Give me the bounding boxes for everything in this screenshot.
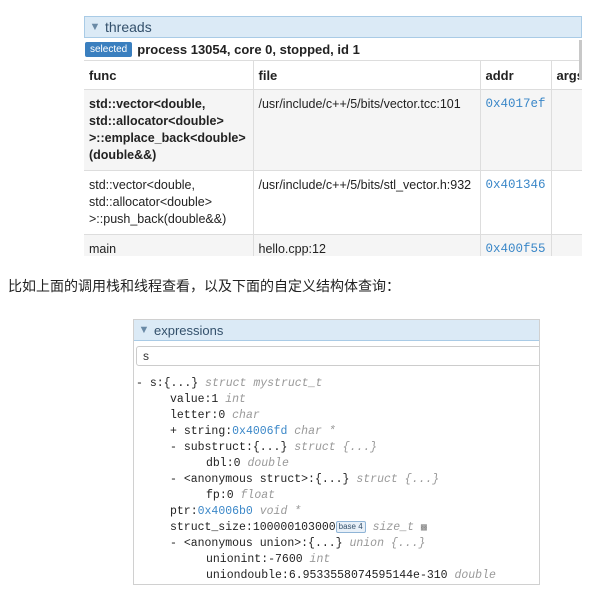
- var-name: dbl: [206, 457, 227, 470]
- var-value: {...}: [314, 473, 350, 486]
- var-value: {...}: [308, 537, 343, 550]
- threads-panel-title: threads: [105, 19, 152, 35]
- chevron-down-icon[interactable]: ▼: [136, 320, 152, 340]
- tree-node[interactable]: - <anonymous union>:{...} union {...}: [134, 536, 539, 552]
- tree-node[interactable]: + string:0x4006fd char *: [134, 424, 539, 440]
- addr-cell[interactable]: 0x401346: [480, 170, 552, 235]
- table-row[interactable]: std::vector<double, std::allocator<doubl…: [84, 89, 582, 171]
- var-value[interactable]: 0x4006b0: [198, 505, 253, 518]
- var-value: 100000103000: [252, 521, 336, 534]
- var-type: struct {...}: [356, 473, 440, 486]
- var-name: <anonymous union>: [183, 537, 302, 550]
- var-value: 1: [211, 393, 219, 406]
- tree-node[interactable]: value:1 int: [134, 392, 539, 408]
- tree-node[interactable]: ptr:0x4006b0 void *: [134, 504, 539, 520]
- expressions-panel-title: expressions: [154, 322, 224, 338]
- var-name: unionint: [206, 553, 262, 566]
- var-name: fp: [206, 489, 220, 502]
- var-name: uniondouble: [206, 569, 282, 582]
- tree-node[interactable]: fp:0 float: [134, 488, 539, 504]
- var-type: union {...}: [349, 537, 426, 550]
- column-header-file[interactable]: file: [253, 60, 481, 90]
- expression-tree: - s:{...} struct mystruct_t value:1 int …: [134, 376, 539, 584]
- var-type: char: [232, 409, 260, 422]
- var-type: int: [225, 393, 246, 406]
- chevron-down-icon[interactable]: ▼: [87, 17, 103, 37]
- var-type: void *: [259, 505, 302, 518]
- tree-toggle[interactable]: +: [170, 425, 184, 438]
- var-value: 0: [226, 489, 234, 502]
- var-name: substruct: [183, 441, 246, 454]
- table-row[interactable]: std::vector<double, std::allocator<doubl…: [84, 170, 582, 235]
- var-type: double: [247, 457, 289, 470]
- addr-cell[interactable]: 0x4017ef: [480, 89, 552, 171]
- var-name: letter: [170, 409, 212, 422]
- func-cell: main: [84, 234, 254, 256]
- expressions-panel: ▼ expressions s - s:{...} struct mystruc…: [133, 319, 540, 585]
- tree-toggle[interactable]: -: [136, 377, 150, 390]
- var-type: char *: [294, 425, 336, 438]
- var-value: {...}: [252, 441, 288, 454]
- tree-toggle[interactable]: -: [170, 441, 184, 454]
- file-cell: /usr/include/c++/5/bits/stl_vector.h:932: [253, 170, 481, 235]
- selected-badge: selected: [85, 41, 133, 57]
- expression-input[interactable]: s: [136, 346, 539, 366]
- var-name: <anonymous struct>: [183, 473, 309, 486]
- addr-cell[interactable]: 0x400f55: [480, 234, 552, 256]
- var-name: string: [183, 425, 226, 438]
- var-type: float: [240, 489, 276, 502]
- var-value: -7600: [268, 553, 303, 566]
- var-type: int: [309, 553, 331, 566]
- func-cell: std::vector<double, std::allocator<doubl…: [84, 170, 254, 235]
- column-header-args[interactable]: args: [551, 60, 582, 90]
- tree-node[interactable]: dbl:0 double: [134, 456, 539, 472]
- var-type: struct mystruct_t: [205, 377, 323, 390]
- tree-toggle[interactable]: -: [170, 473, 184, 486]
- var-type: size_t: [372, 521, 415, 534]
- process-info: process 13054, core 0, stopped, id 1: [137, 41, 360, 57]
- var-name: struct_size: [170, 521, 246, 534]
- var-type: double: [454, 569, 496, 582]
- var-value: {...}: [163, 377, 199, 390]
- expressions-panel-header[interactable]: ▼ expressions: [134, 320, 539, 341]
- tree-node[interactable]: - <anonymous struct>:{...} struct {...}: [134, 472, 539, 488]
- tree-node[interactable]: - substruct:{...} struct {...}: [134, 440, 539, 456]
- var-name: value: [170, 393, 205, 406]
- chart-icon[interactable]: ▩: [421, 523, 427, 534]
- base-button[interactable]: base 4: [335, 521, 366, 533]
- args-cell: [551, 170, 582, 235]
- var-value: 6.9533558074595144e-310: [288, 569, 448, 582]
- args-cell: [551, 89, 582, 171]
- column-header-addr[interactable]: addr: [480, 60, 552, 90]
- threads-table: func file addr args std::vector<double, …: [84, 60, 582, 256]
- table-row[interactable]: main hello.cpp:12 0x400f55: [84, 234, 582, 256]
- tree-node[interactable]: unionint:-7600 int: [134, 552, 539, 568]
- var-type: struct {...}: [294, 441, 378, 454]
- column-header-func[interactable]: func: [84, 60, 254, 90]
- tree-node[interactable]: letter:0 char: [134, 408, 539, 424]
- tree-toggle[interactable]: -: [170, 537, 184, 550]
- args-cell: [551, 234, 582, 256]
- func-cell: std::vector<double, std::allocator<doubl…: [84, 89, 254, 171]
- threads-scrollbar[interactable]: [579, 40, 582, 80]
- tree-node[interactable]: struct_size:100000103000 base 4 size_t ▩: [134, 520, 539, 536]
- file-cell: /usr/include/c++/5/bits/vector.tcc:101: [253, 89, 481, 171]
- tree-node[interactable]: uniondouble:6.9533558074595144e-310 doub…: [134, 568, 539, 584]
- tree-node[interactable]: - s:{...} struct mystruct_t: [134, 376, 539, 392]
- file-cell: hello.cpp:12: [253, 234, 481, 256]
- var-name: ptr: [170, 505, 191, 518]
- var-value: 0: [233, 457, 241, 470]
- var-name: s: [149, 377, 157, 390]
- threads-panel-header[interactable]: ▼ threads: [84, 16, 582, 38]
- caption-text: 比如上面的调用栈和线程查看，以及下面的自定义结构体查询：: [8, 278, 400, 294]
- process-row[interactable]: selected process 13054, core 0, stopped,…: [84, 38, 582, 60]
- var-value: 0: [218, 409, 226, 422]
- var-value[interactable]: 0x4006fd: [232, 425, 287, 438]
- threads-panel: ▼ threads selected process 13054, core 0…: [84, 16, 582, 256]
